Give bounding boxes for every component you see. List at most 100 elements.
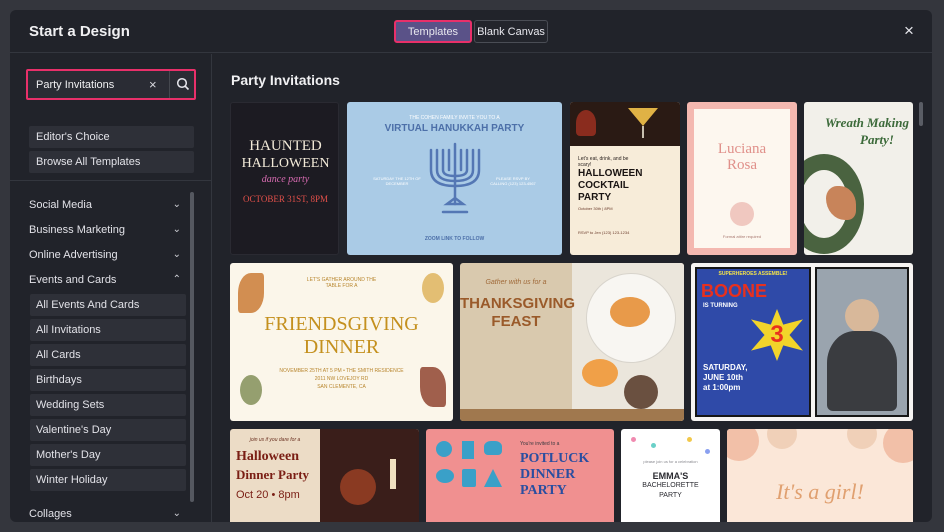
modal-header: Start a Design Templates Blank Canvas × bbox=[10, 10, 932, 53]
card-name-line1: Luciana bbox=[717, 141, 767, 157]
subitem-valentines-day[interactable]: Valentine's Day bbox=[30, 419, 186, 441]
card-title: HALLOWEEN COCKTAIL PARTY bbox=[578, 168, 643, 203]
hero-photo bbox=[815, 267, 909, 417]
sidebar-item-browse-all[interactable]: Browse All Templates bbox=[29, 151, 194, 173]
template-card-thanksgiving-feast[interactable]: Gather with us for a THANKSGIVING FEAST bbox=[460, 263, 684, 421]
template-card-haunted-halloween[interactable]: HAUNTED HALLOWEEN dance party OCTOBER 31… bbox=[230, 102, 339, 255]
card-name-line2: Rosa bbox=[727, 157, 757, 173]
category-business-marketing[interactable]: Business Marketing ⌄ bbox=[29, 220, 181, 240]
blank-canvas-tab[interactable]: Blank Canvas bbox=[474, 20, 548, 43]
category-events-and-cards[interactable]: Events and Cards ⌃ bbox=[29, 270, 181, 290]
start-design-modal: Start a Design Templates Blank Canvas × … bbox=[10, 10, 932, 522]
category-label: Social Media bbox=[29, 199, 92, 211]
close-icon[interactable]: × bbox=[900, 22, 918, 40]
subitem-winter-holiday[interactable]: Winter Holiday bbox=[30, 469, 186, 491]
card-title-line1: FRIENDSGIVING bbox=[264, 313, 419, 335]
template-card-friendsgiving[interactable]: LET'S GATHER AROUND THE TABLE FOR A FRIE… bbox=[230, 263, 453, 421]
rose-icon bbox=[730, 202, 754, 226]
martini-stem bbox=[642, 126, 644, 138]
section-title: Party Invitations bbox=[231, 72, 340, 88]
gallery-scrollbar[interactable] bbox=[919, 102, 923, 126]
card-address1: 2011 NW LOVEJOY RD bbox=[314, 376, 369, 382]
search-divider bbox=[169, 71, 170, 98]
card-address2: SAN CLEMENTE, CA bbox=[317, 384, 366, 390]
template-card-potluck-dinner[interactable]: You're invited to a POTLUCK DINNER PARTY bbox=[426, 429, 614, 522]
subitem-all-invitations[interactable]: All Invitations bbox=[30, 319, 186, 341]
card-footer-bar bbox=[460, 409, 684, 421]
category-label: Online Advertising bbox=[29, 249, 118, 261]
template-card-boone-birthday[interactable]: SUPERHEROES ASSEMBLE! BOONE IS TURNING 3… bbox=[691, 263, 913, 421]
leaf-decoration bbox=[422, 273, 444, 303]
food-icon bbox=[462, 469, 476, 487]
card-title-line1: POTLUCK bbox=[520, 451, 590, 466]
confetti bbox=[705, 449, 710, 454]
candle bbox=[390, 459, 396, 489]
confetti bbox=[687, 437, 692, 442]
card-pretitle: Gather with us for a bbox=[485, 279, 547, 286]
card-date: Oct 20 • 8pm bbox=[236, 489, 300, 501]
category-online-advertising[interactable]: Online Advertising ⌄ bbox=[29, 245, 181, 265]
card-title-line1: Halloween bbox=[236, 449, 299, 464]
card-title: VIRTUAL HANUKKAH PARTY bbox=[384, 123, 525, 134]
confetti bbox=[651, 443, 656, 448]
card-footer: ZOOM LINK TO FOLLOW bbox=[424, 236, 485, 242]
card-pretitle: You're invited to a bbox=[520, 441, 560, 447]
search-input[interactable]: Party Invitations × bbox=[26, 69, 196, 100]
sidebar-item-editors-choice[interactable]: Editor's Choice bbox=[29, 126, 194, 148]
card-pretitle: Let's eat, drink, and be scary! bbox=[578, 156, 629, 168]
template-card-halloween-cocktail[interactable]: Let's eat, drink, and be scary! HALLOWEE… bbox=[570, 102, 680, 255]
card-title-line3: PARTY bbox=[520, 483, 567, 498]
template-card-its-a-girl[interactable]: It's a girl! bbox=[727, 429, 913, 522]
card-pretitle: LET'S GATHER AROUND THE TABLE FOR A bbox=[306, 277, 377, 289]
chevron-up-icon: ⌃ bbox=[172, 274, 181, 285]
sidebar-divider bbox=[10, 180, 211, 181]
pumpkin bbox=[340, 469, 376, 505]
subitem-birthdays[interactable]: Birthdays bbox=[30, 369, 186, 391]
card-title-line2: BACHELORETTE bbox=[642, 482, 699, 489]
clear-search-icon[interactable]: × bbox=[149, 77, 157, 92]
menorah-icon bbox=[429, 142, 481, 214]
child-face bbox=[845, 299, 879, 333]
subitem-wedding-sets[interactable]: Wedding Sets bbox=[30, 394, 186, 416]
category-label: Collages bbox=[29, 508, 72, 520]
sidebar-scrollbar[interactable] bbox=[190, 192, 194, 502]
templates-tab[interactable]: Templates bbox=[394, 20, 472, 43]
card-title-line2: HALLOWEEN bbox=[241, 156, 330, 171]
food-icon bbox=[436, 441, 452, 457]
template-card-halloween-dinner[interactable]: join us if you dare for a Halloween Dinn… bbox=[230, 429, 419, 522]
search-icon[interactable] bbox=[176, 77, 190, 91]
template-card-wreath-making[interactable]: Wreath Making Party! bbox=[804, 102, 913, 255]
chevron-down-icon: ⌄ bbox=[172, 224, 181, 235]
card-title: It's a girl! bbox=[776, 479, 864, 504]
modal-title: Start a Design bbox=[29, 23, 130, 40]
card-title-line1: Wreath Making bbox=[825, 115, 909, 130]
flower-decoration bbox=[767, 429, 797, 449]
card-title-line2: DINNER bbox=[520, 467, 576, 482]
subitem-mothers-day[interactable]: Mother's Day bbox=[30, 444, 186, 466]
food-icon bbox=[484, 441, 502, 455]
flower-decoration bbox=[727, 429, 759, 461]
card-title-line1: HAUNTED bbox=[249, 138, 322, 154]
template-card-luciana-rosa[interactable]: Luciana Rosa Formal attire required bbox=[687, 102, 797, 255]
card-rsvp: PLEASE RSVP BY CALLING (123) 123-4567 bbox=[490, 176, 536, 186]
subitem-all-events-and-cards[interactable]: All Events And Cards bbox=[30, 294, 186, 316]
sidebar: Party Invitations × Editor's Choice Brow… bbox=[10, 54, 212, 522]
food-icon bbox=[436, 469, 454, 483]
card-footer: Formal attire required bbox=[722, 234, 762, 239]
drink-glass bbox=[576, 110, 596, 136]
search-value[interactable]: Party Invitations bbox=[36, 79, 114, 91]
leaf-decoration bbox=[238, 273, 264, 313]
card-age: 3 bbox=[770, 321, 784, 348]
card-title: BOONE bbox=[701, 281, 768, 301]
category-social-media[interactable]: Social Media ⌄ bbox=[29, 195, 181, 215]
template-card-virtual-hanukkah[interactable]: THE COHEN FAMILY INVITE YOU TO A VIRTUAL… bbox=[347, 102, 562, 255]
card-title-line1: EMMA'S bbox=[652, 471, 689, 481]
dinner-photo bbox=[320, 429, 419, 522]
card-pretitle: please join us for a celebration bbox=[643, 459, 698, 464]
subitem-all-cards[interactable]: All Cards bbox=[30, 344, 186, 366]
template-card-bachelorette[interactable]: please join us for a celebration EMMA'S … bbox=[621, 429, 720, 522]
card-pretitle: join us if you dare for a bbox=[249, 437, 301, 443]
category-collages[interactable]: Collages ⌄ bbox=[29, 504, 181, 522]
card-title-line3: PARTY bbox=[659, 492, 682, 499]
card-date: October 30th | 8PM bbox=[578, 206, 613, 211]
